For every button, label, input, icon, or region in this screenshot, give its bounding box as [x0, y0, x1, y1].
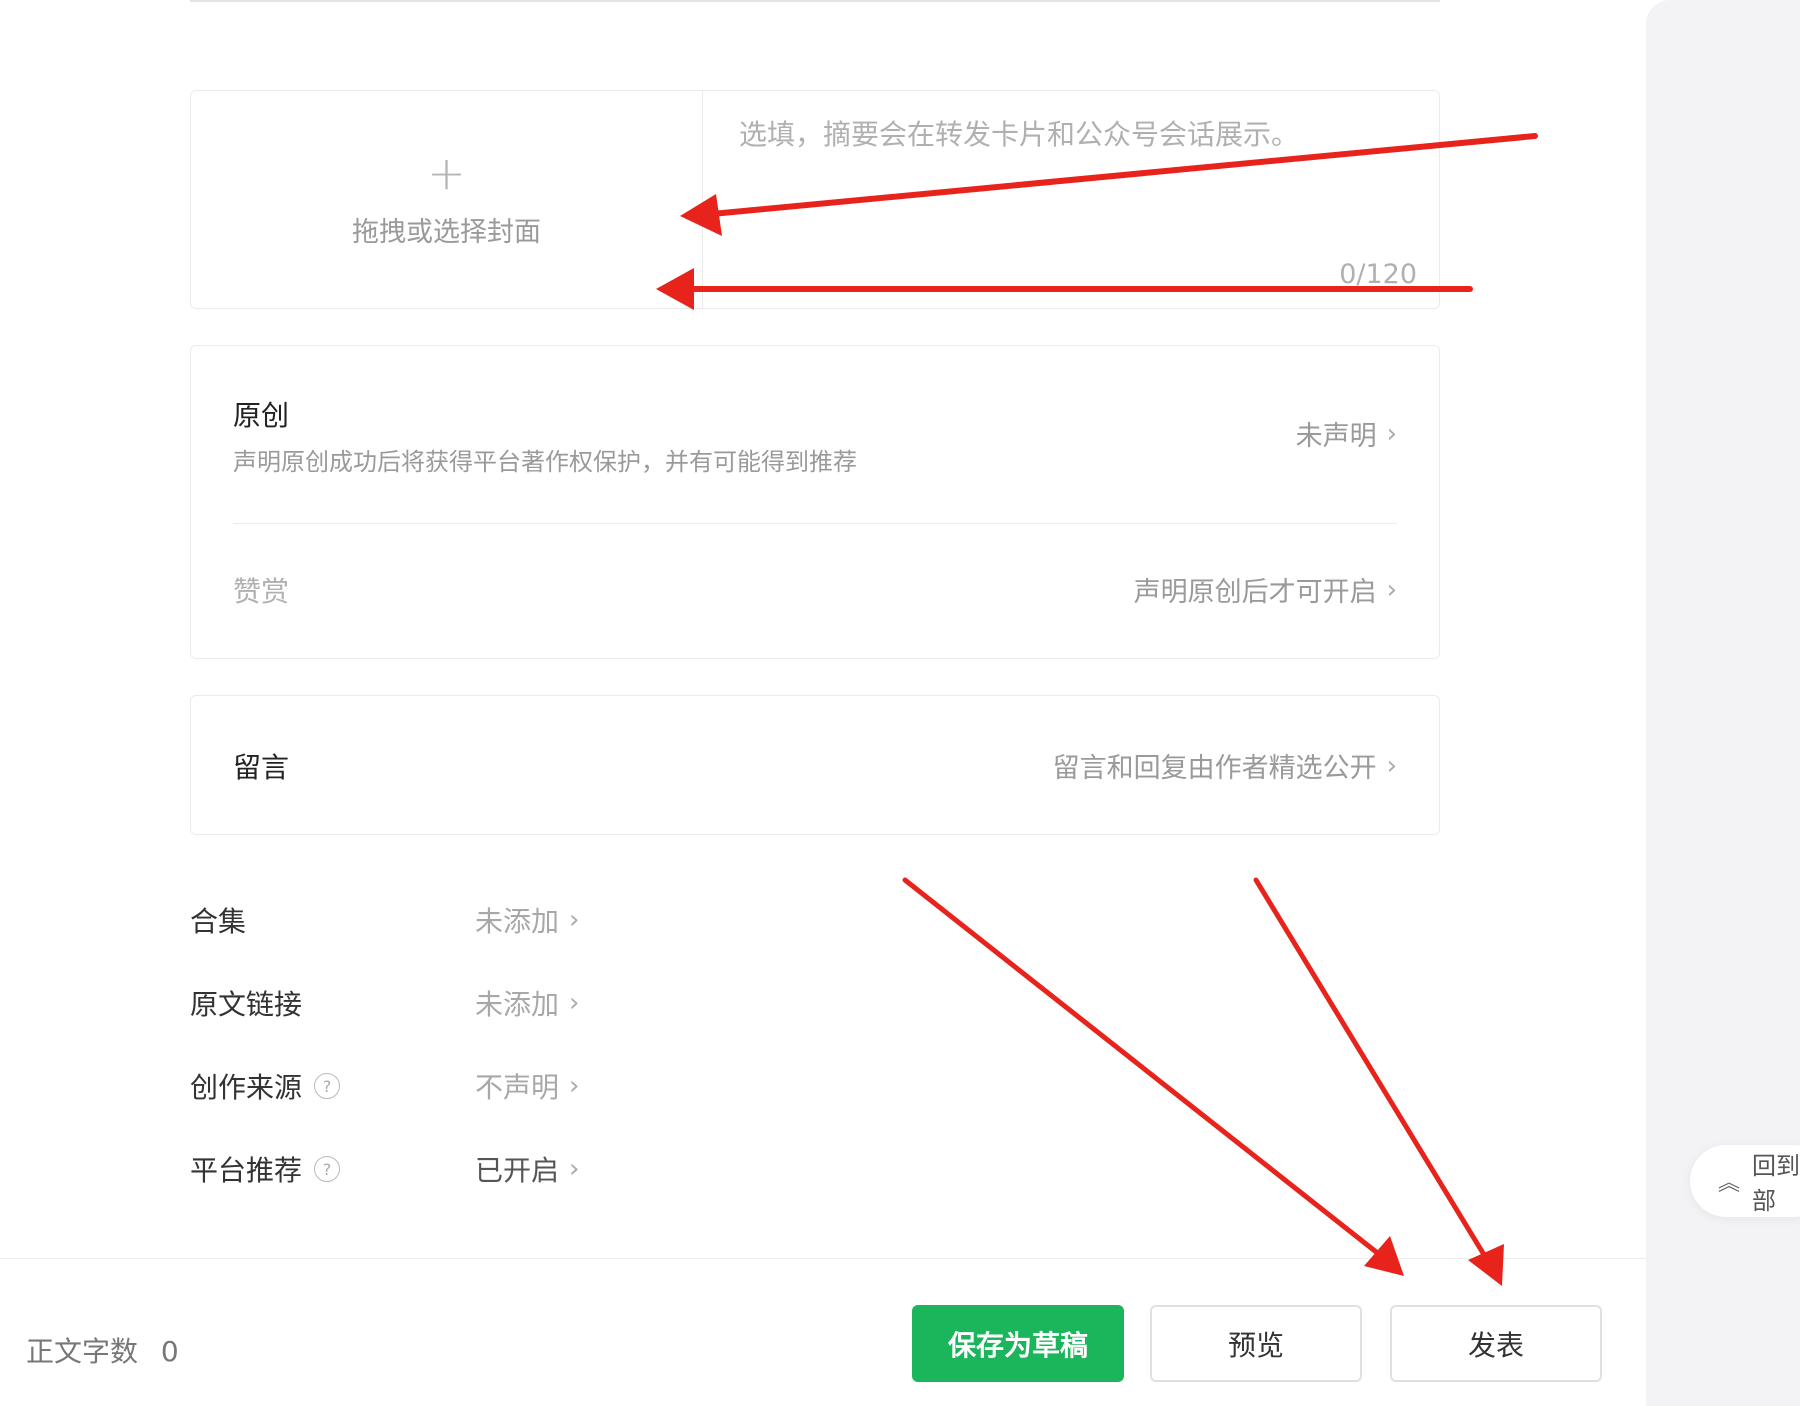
reward-title: 赞赏: [233, 575, 290, 608]
source-link-value-link[interactable]: 未添加 ›: [475, 983, 579, 1023]
setting-value: 未添加: [475, 988, 560, 1021]
platform-recommend-value-link[interactable]: 已开启 ›: [475, 1149, 579, 1189]
double-chevron-up-icon: ︽: [1718, 1171, 1741, 1196]
preview-button[interactable]: 预览: [1150, 1305, 1362, 1382]
divider: [233, 523, 1397, 524]
original-title: 原创: [233, 399, 290, 432]
original-description: 声明原创成功后将获得平台著作权保护，并有可能得到推荐: [233, 448, 857, 476]
question-circle-icon[interactable]: ?: [314, 1073, 341, 1099]
setting-label-group: 平台推荐 ?: [190, 1149, 341, 1189]
creation-source-value-link[interactable]: 不声明 ›: [475, 1066, 579, 1106]
cover-upload-label: 拖拽或选择封面: [352, 217, 541, 248]
setting-value: 未添加: [475, 905, 560, 938]
setting-row-platform-recommend: 平台推荐 ? 已开启 ›: [190, 1149, 579, 1189]
chevron-right-icon: ›: [1386, 574, 1397, 605]
article-settings-page: + 拖拽或选择封面 选填，摘要会在转发卡片和公众号会话展示。 0/120 原创 …: [0, 0, 1800, 1406]
chevron-right-icon: ›: [569, 1154, 580, 1184]
publish-button[interactable]: 发表: [1390, 1305, 1602, 1382]
original-status-link[interactable]: 未声明 ›: [1296, 414, 1397, 453]
setting-label: 创作来源: [190, 1071, 303, 1104]
comment-title: 留言: [233, 751, 290, 784]
original-status: 未声明: [1295, 421, 1377, 452]
save-draft-button[interactable]: 保存为草稿: [912, 1305, 1124, 1382]
back-to-top-button[interactable]: ︽ 回到顶部: [1690, 1145, 1800, 1217]
setting-label: 原文链接: [190, 988, 303, 1021]
chevron-right-icon: ›: [569, 905, 580, 935]
plus-icon: +: [427, 146, 466, 200]
summary-input[interactable]: 选填，摘要会在转发卡片和公众号会话展示。: [739, 113, 1299, 153]
back-to-top-label: 回到顶部: [1752, 1152, 1800, 1215]
comment-status-link[interactable]: 留言和回复由作者精选公开 ›: [1053, 746, 1397, 785]
annotation-arrow-4: [1253, 877, 1489, 1261]
chevron-right-icon: ›: [1386, 418, 1397, 449]
setting-label: 合集: [190, 905, 247, 938]
top-divider: [190, 0, 1440, 2]
setting-row-creation-source: 创作来源 ? 不声明 ›: [190, 1066, 579, 1106]
setting-row-source-link: 原文链接 未添加 ›: [190, 983, 579, 1023]
word-count: 正文字数 0: [26, 1330, 179, 1370]
annotation-arrow-3: [902, 877, 1383, 1258]
cover-upload[interactable]: + 拖拽或选择封面: [191, 91, 703, 308]
cover-summary-card: + 拖拽或选择封面 选填，摘要会在转发卡片和公众号会话展示。 0/120: [190, 90, 1440, 309]
chevron-right-icon: ›: [569, 988, 580, 1018]
footer-divider: [0, 1258, 1646, 1259]
comment-status: 留言和回复由作者精选公开: [1052, 753, 1377, 784]
collection-value-link[interactable]: 未添加 ›: [475, 900, 579, 940]
comment-card: 留言 留言和回复由作者精选公开 ›: [190, 695, 1440, 835]
summary-char-count: 0/120: [1339, 259, 1417, 290]
setting-row-collection: 合集 未添加 ›: [190, 900, 579, 940]
reward-status-link[interactable]: 声明原创后才可开启 ›: [1134, 570, 1397, 609]
chevron-right-icon: ›: [1386, 750, 1397, 781]
question-circle-icon[interactable]: ?: [314, 1156, 341, 1182]
word-count-label: 正文字数: [26, 1335, 139, 1368]
chevron-right-icon: ›: [569, 1071, 580, 1101]
annotation-arrowhead-4: [1468, 1244, 1504, 1286]
original-card: 原创 声明原创成功后将获得平台著作权保护，并有可能得到推荐 未声明 › 赞赏 声…: [190, 345, 1440, 659]
setting-value: 不声明: [475, 1071, 560, 1104]
word-count-value: 0: [160, 1335, 179, 1368]
setting-value: 已开启: [475, 1154, 560, 1187]
setting-label-group: 创作来源 ?: [190, 1066, 341, 1106]
reward-status: 声明原创后才可开启: [1133, 577, 1377, 608]
annotation-arrowhead-3: [1364, 1236, 1404, 1276]
setting-label: 平台推荐: [190, 1154, 303, 1187]
